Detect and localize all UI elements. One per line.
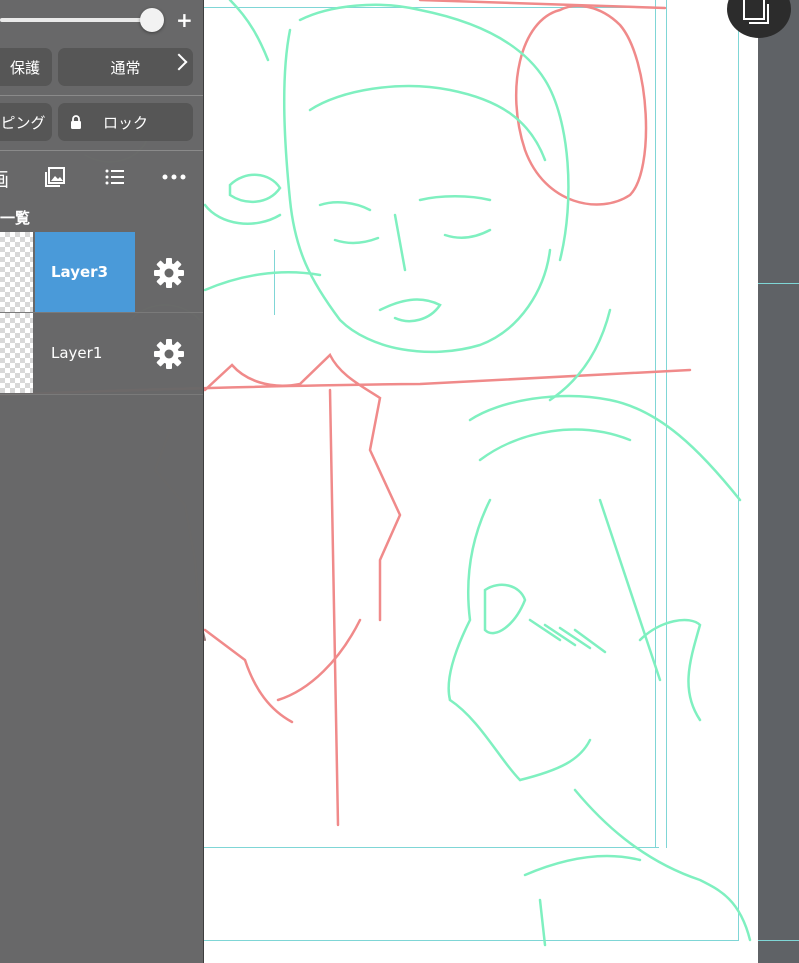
layer-name: Layer1: [51, 344, 103, 362]
layer-row[interactable]: Layer3: [0, 232, 203, 312]
clipping-label: ピング: [0, 113, 46, 132]
protect-alpha-label: 保護: [9, 58, 40, 77]
toolbar-partial-icon[interactable]: 画: [0, 165, 9, 192]
panel-divider: [0, 394, 203, 395]
opacity-increase-button[interactable]: +: [176, 9, 193, 31]
square-back: [749, 4, 769, 24]
chevron-right-icon: [170, 53, 188, 71]
layer-panel: + 保護 通常 ピング ロック 画 一覧 Layer3: [0, 0, 204, 963]
clipping-button[interactable]: ピング: [0, 103, 52, 141]
layer-row[interactable]: Layer1: [0, 313, 203, 393]
layer-name-area[interactable]: Layer1: [35, 313, 135, 393]
lock-button[interactable]: ロック: [58, 103, 193, 141]
layer-name: Layer3: [51, 263, 109, 281]
panel-divider: [0, 150, 203, 151]
blend-mode-label: 通常: [110, 58, 141, 77]
layer-thumbnail[interactable]: [0, 313, 33, 393]
lock-icon: [71, 115, 81, 129]
layer-thumbnail[interactable]: [0, 232, 33, 312]
layer-list-title: 一覧: [0, 209, 31, 227]
more-dots-icon[interactable]: [161, 166, 187, 188]
opacity-slider-thumb[interactable]: [140, 8, 164, 32]
opacity-slider-track[interactable]: [0, 18, 152, 22]
image-icon[interactable]: [44, 166, 66, 188]
layer-name-selected-bg[interactable]: Layer3: [35, 232, 135, 312]
panel-divider: [0, 95, 203, 96]
list-icon[interactable]: [104, 166, 126, 188]
lock-label: ロック: [102, 113, 148, 132]
gear-icon[interactable]: [152, 256, 186, 290]
gear-icon[interactable]: [152, 337, 186, 371]
protect-alpha-button[interactable]: 保護: [0, 48, 52, 86]
blend-mode-button[interactable]: 通常: [58, 48, 193, 86]
